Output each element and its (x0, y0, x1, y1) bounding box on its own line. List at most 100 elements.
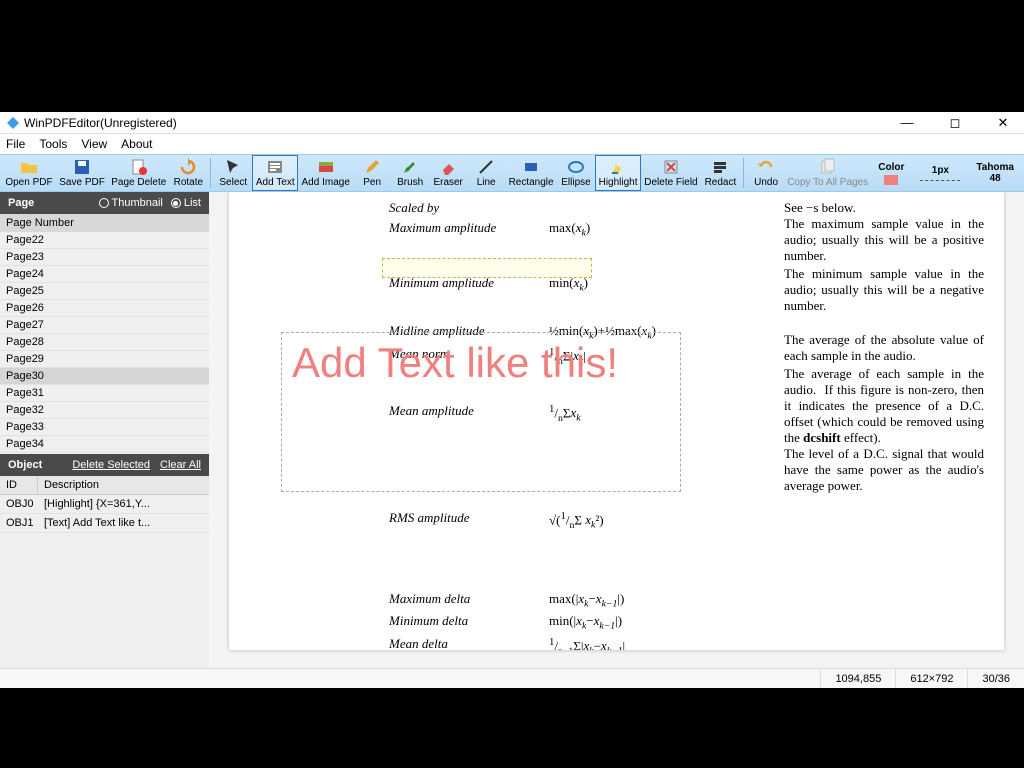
content-area: Page Thumbnail List Page Number Page22Pa… (0, 192, 1024, 668)
font-prop[interactable]: Tahoma48 (968, 162, 1022, 184)
clear-all-link[interactable]: Clear All (160, 459, 201, 471)
size-prop[interactable]: 1px (912, 165, 968, 182)
status-dims: 612×792 (895, 669, 967, 688)
doc-label: Minimum delta (389, 613, 549, 632)
doc-label: Maximum amplitude (389, 220, 549, 239)
doc-para: The level of a D.C. signal that would ha… (784, 446, 984, 494)
undo-icon (757, 158, 775, 176)
minimize-button[interactable]: — (892, 115, 922, 131)
list-radio[interactable]: List (171, 197, 201, 209)
menubar: File Tools View About (0, 134, 1024, 154)
app-icon (6, 116, 20, 130)
page-list[interactable]: Page Number Page22Page23Page24Page25Page… (0, 214, 209, 454)
sidebar: Page Thumbnail List Page Number Page22Pa… (0, 192, 209, 668)
page-list-item[interactable]: Page30 (0, 368, 209, 385)
ellipse-icon (567, 158, 585, 176)
page-list-item[interactable]: Page22 (0, 232, 209, 249)
page-delete-button[interactable]: Page Delete (108, 155, 169, 191)
menu-about[interactable]: About (121, 137, 152, 151)
brush-icon (401, 158, 419, 176)
save-pdf-button[interactable]: Save PDF (56, 155, 108, 191)
object-panel-title: Object (8, 459, 42, 471)
menu-tools[interactable]: Tools (39, 137, 67, 151)
obj-col-id: ID (0, 476, 38, 494)
page-list-header: Page Number (0, 214, 209, 232)
add-image-button[interactable]: Add Image (298, 155, 353, 191)
color-swatch (884, 175, 898, 185)
object-list-row[interactable]: OBJ0[Highlight] {X=361,Y... (0, 495, 209, 514)
doc-label: Scaled by (389, 200, 549, 216)
page-list-item[interactable]: Page25 (0, 283, 209, 300)
rotate-button[interactable]: Rotate (169, 155, 207, 191)
page-list-item[interactable]: Page24 (0, 266, 209, 283)
doc-para: The minimum sample value in the audio; u… (784, 266, 984, 314)
color-prop[interactable]: Color (870, 162, 912, 185)
delete-selected-link[interactable]: Delete Selected (72, 459, 150, 471)
page-list-item[interactable]: Page28 (0, 334, 209, 351)
window-title: WinPDFEditor(Unregistered) (24, 116, 892, 130)
add-text-button[interactable]: Add Text (252, 155, 298, 191)
close-button[interactable]: ✕ (988, 115, 1018, 131)
pen-button[interactable]: Pen (353, 155, 391, 191)
eraser-button[interactable]: Eraser (429, 155, 467, 191)
page-list-item[interactable]: Page34 (0, 436, 209, 453)
toolbar: Open PDF Save PDF Page Delete Rotate Sel… (0, 154, 1024, 192)
line-icon (477, 158, 495, 176)
field-delete-icon (662, 158, 680, 176)
page-list-item[interactable]: Page26 (0, 300, 209, 317)
undo-button[interactable]: Undo (747, 155, 785, 191)
page-list-item[interactable]: Page32 (0, 402, 209, 419)
brush-button[interactable]: Brush (391, 155, 429, 191)
doc-label: Maximum delta (389, 591, 549, 610)
ellipse-button[interactable]: Ellipse (557, 155, 595, 191)
toolbar-sep (210, 158, 211, 188)
open-pdf-button[interactable]: Open PDF (2, 155, 56, 191)
page-list-item[interactable]: Page33 (0, 419, 209, 436)
page-list-item[interactable]: Page35 (0, 453, 209, 454)
status-coords: 1094,855 (820, 669, 895, 688)
page-list-item[interactable]: Page27 (0, 317, 209, 334)
delete-field-button[interactable]: Delete Field (641, 155, 701, 191)
doc-value: min(|xk−xk−1|) (549, 613, 622, 632)
maximize-button[interactable]: ◻ (940, 115, 970, 131)
menu-view[interactable]: View (81, 137, 107, 151)
doc-para: The maximum sample value in the audio; u… (784, 216, 984, 264)
pdf-page: Scaled by Maximum amplitudemax(xk) Minim… (229, 192, 1004, 650)
object-list-row[interactable]: OBJ1[Text] Add Text like t... (0, 514, 209, 533)
redact-button[interactable]: Redact (701, 155, 740, 191)
doc-label: Mean delta (389, 636, 549, 650)
menu-file[interactable]: File (6, 137, 25, 151)
page-list-item[interactable]: Page29 (0, 351, 209, 368)
eraser-icon (439, 158, 457, 176)
line-button[interactable]: Line (467, 155, 505, 191)
highlight-annotation[interactable] (382, 258, 592, 278)
text-annotation[interactable]: Add Text like this! (281, 332, 681, 492)
letterbox-bottom (0, 688, 1024, 768)
doc-value: 1/n−1Σ|xk−xk−1| (549, 636, 625, 650)
app-window: WinPDFEditor(Unregistered) — ◻ ✕ File To… (0, 112, 1024, 688)
titlebar: WinPDFEditor(Unregistered) — ◻ ✕ (0, 112, 1024, 134)
highlighter-icon (609, 158, 627, 176)
page-list-item[interactable]: Page31 (0, 385, 209, 402)
select-button[interactable]: Select (214, 155, 252, 191)
copy-to-all-button[interactable]: Copy To All Pages (785, 155, 870, 191)
canvas-area[interactable]: Scaled by Maximum amplitudemax(xk) Minim… (209, 192, 1024, 668)
doc-value: max(|xk−xk−1|) (549, 591, 624, 610)
floppy-icon (73, 158, 91, 176)
rectangle-button[interactable]: Rectangle (505, 155, 557, 191)
rotate-icon (179, 158, 197, 176)
object-list[interactable]: ID Description OBJ0[Highlight] {X=361,Y.… (0, 476, 209, 668)
image-icon (317, 158, 335, 176)
cursor-icon (224, 158, 242, 176)
statusbar: 1094,855 612×792 30/36 (0, 668, 1024, 688)
highlight-button[interactable]: Highlight (595, 155, 641, 191)
page-delete-icon (130, 158, 148, 176)
thumbnail-radio[interactable]: Thumbnail (99, 197, 163, 209)
doc-para: The average of each sample in the audio.… (784, 366, 984, 446)
doc-label: RMS amplitude (389, 510, 549, 531)
page-list-item[interactable]: Page23 (0, 249, 209, 266)
doc-value: max(xk) (549, 220, 590, 239)
doc-value: √(1/nΣ xk²) (549, 510, 604, 531)
redact-icon (711, 158, 729, 176)
rectangle-icon (522, 158, 540, 176)
